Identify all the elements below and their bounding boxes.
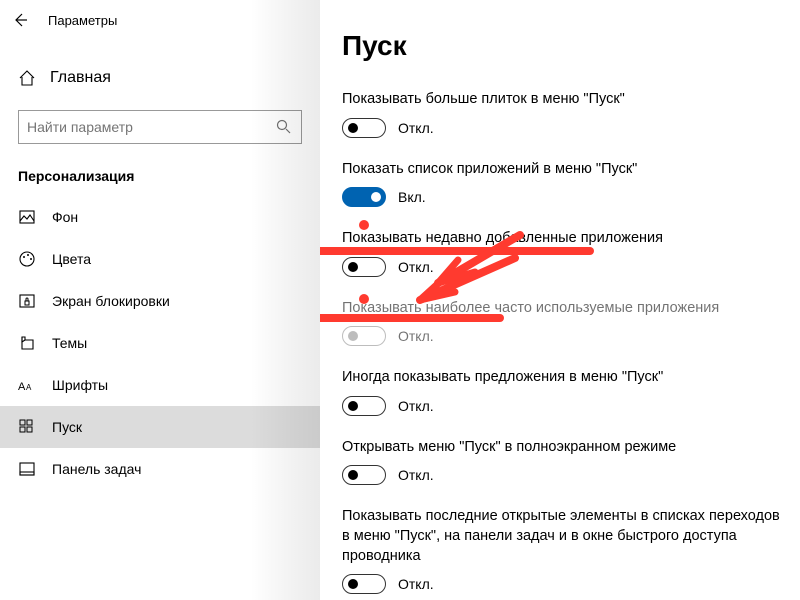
toggle-state: Откл.	[398, 467, 434, 483]
setting-label: Иногда показывать предложения в меню "Пу…	[342, 368, 780, 388]
sidebar-item-start[interactable]: Пуск	[0, 406, 320, 448]
sidebar-item-label: Фон	[52, 209, 78, 225]
sidebar-item-label: Цвета	[52, 251, 91, 267]
main-content: Пуск Показывать больше плиток в меню "Пу…	[320, 0, 800, 600]
sidebar-home-label: Главная	[50, 69, 111, 87]
sidebar-item-background[interactable]: Фон	[0, 196, 320, 238]
toggle-state: Откл.	[398, 120, 434, 136]
toggle-state: Откл.	[398, 576, 434, 592]
toggle-jumplists[interactable]	[342, 574, 386, 594]
sidebar-item-fonts[interactable]: AA Шрифты	[0, 364, 320, 406]
fonts-icon: AA	[18, 376, 36, 394]
arrow-left-icon	[12, 12, 28, 28]
setting-jumplists: Показывать последние открытые элементы в…	[342, 507, 780, 594]
home-icon	[18, 69, 36, 87]
sidebar-category: Персонализация	[0, 150, 320, 196]
themes-icon	[18, 334, 36, 352]
lock-icon	[18, 292, 36, 310]
sidebar-item-label: Панель задач	[52, 461, 141, 477]
svg-text:A: A	[26, 383, 32, 392]
window-title: Параметры	[48, 13, 117, 28]
setting-fullscreen: Открывать меню "Пуск" в полноэкранном ре…	[342, 438, 780, 486]
toggle-more-tiles[interactable]	[342, 118, 386, 138]
toggle-fullscreen[interactable]	[342, 465, 386, 485]
image-icon	[18, 208, 36, 226]
start-icon	[18, 418, 36, 436]
setting-suggestions: Иногда показывать предложения в меню "Пу…	[342, 368, 780, 416]
search-input[interactable]	[27, 119, 275, 135]
sidebar-item-themes[interactable]: Темы	[0, 322, 320, 364]
sidebar-item-taskbar[interactable]: Панель задач	[0, 448, 320, 490]
sidebar-item-label: Пуск	[52, 419, 82, 435]
toggle-state: Вкл.	[398, 189, 426, 205]
setting-recently-added: Показывать недавно добавленные приложени…	[342, 229, 780, 277]
sidebar-nav: Фон Цвета Экран блокировки Темы AA Шрифт…	[0, 196, 320, 490]
toggle-suggestions[interactable]	[342, 396, 386, 416]
setting-label: Открывать меню "Пуск" в полноэкранном ре…	[342, 438, 780, 458]
toggle-recently-added[interactable]	[342, 257, 386, 277]
setting-label: Показывать недавно добавленные приложени…	[342, 229, 780, 249]
toggle-state: Откл.	[398, 398, 434, 414]
sidebar-item-label: Шрифты	[52, 377, 108, 393]
setting-more-tiles: Показывать больше плиток в меню "Пуск" О…	[342, 90, 780, 138]
search-box[interactable]	[18, 110, 302, 144]
back-button[interactable]	[10, 10, 30, 30]
sidebar-item-lockscreen[interactable]: Экран блокировки	[0, 280, 320, 322]
setting-label: Показывать наиболее часто используемые п…	[342, 299, 780, 319]
sidebar-home[interactable]: Главная	[0, 60, 320, 96]
setting-most-used: Показывать наиболее часто используемые п…	[342, 299, 780, 347]
search-icon	[275, 118, 293, 136]
sidebar-item-label: Экран блокировки	[52, 293, 170, 309]
palette-icon	[18, 250, 36, 268]
setting-label: Показать список приложений в меню "Пуск"	[342, 160, 780, 180]
svg-text:A: A	[18, 381, 26, 392]
setting-app-list: Показать список приложений в меню "Пуск"…	[342, 160, 780, 208]
title-bar: Параметры	[0, 0, 320, 40]
sidebar: Параметры Главная Персонализация Фон	[0, 0, 320, 600]
toggle-state: Откл.	[398, 328, 434, 344]
setting-label: Показывать последние открытые элементы в…	[342, 507, 780, 566]
toggle-most-used	[342, 326, 386, 346]
sidebar-item-colors[interactable]: Цвета	[0, 238, 320, 280]
toggle-state: Откл.	[398, 259, 434, 275]
toggle-app-list[interactable]	[342, 187, 386, 207]
sidebar-item-label: Темы	[52, 335, 87, 351]
page-title: Пуск	[342, 30, 780, 62]
setting-label: Показывать больше плиток в меню "Пуск"	[342, 90, 780, 110]
taskbar-icon	[18, 460, 36, 478]
